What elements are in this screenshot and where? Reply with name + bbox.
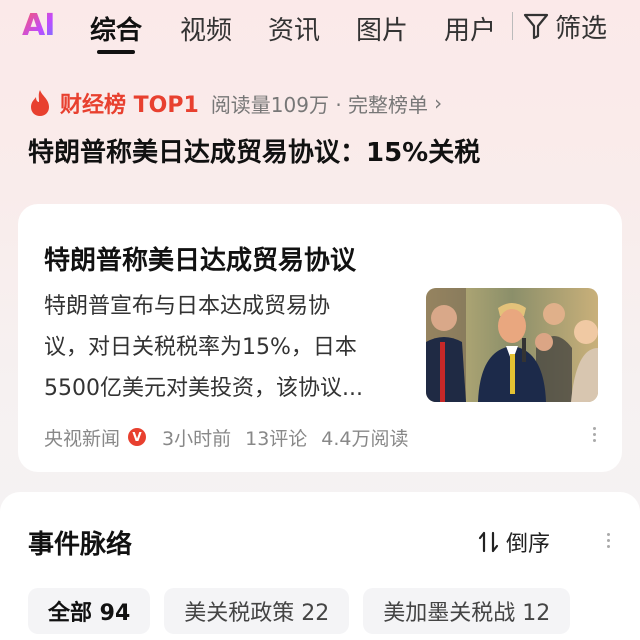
event-timeline: 事件脉络 倒序 全部 94 美关税政策 22 美加墨关税战 12: [0, 492, 640, 640]
news-card-summary: 特朗普宣布与日本达成贸易协 议，对日关税税率为15%，日本 5500亿美元对美投…: [44, 286, 408, 409]
sort-label: 倒序: [506, 532, 551, 557]
summary-line: 特朗普宣布与日本达成贸易协: [44, 294, 331, 319]
filter-label: 筛选: [555, 13, 608, 44]
chevron-right-icon: ›: [434, 91, 443, 115]
filter-divider: [512, 12, 513, 40]
tab-video[interactable]: 视频: [180, 10, 232, 47]
summary-line: 5500亿美元对美投资，该协议...: [44, 376, 363, 401]
news-card-title[interactable]: 特朗普称美日达成贸易协议: [44, 240, 356, 277]
summary-line: 议，对日关税税率为15%，日本: [44, 335, 357, 360]
rank-read-count: 阅读量109万 · 完整榜单: [210, 92, 429, 117]
flame-icon: [31, 90, 49, 116]
verified-badge-icon: V: [128, 428, 147, 446]
tab-images[interactable]: 图片: [356, 10, 408, 47]
news-card[interactable]: 特朗普称美日达成贸易协议 特朗普宣布与日本达成贸易协 议，对日关税税率为15%，…: [18, 204, 622, 472]
news-time: 3小时前: [162, 427, 232, 450]
news-card-meta: 央视新闻 V 3小时前 13评论 4.4万阅读: [44, 424, 423, 450]
more-options-icon[interactable]: [604, 530, 612, 556]
active-tab-indicator: [97, 50, 135, 54]
more-options-icon[interactable]: [590, 424, 598, 450]
news-thumbnail[interactable]: [426, 288, 598, 402]
rank-banner[interactable]: 财经榜 TOP1 阅读量109万 · 完整榜单 ›: [28, 88, 442, 118]
chip-all[interactable]: 全部 94: [28, 588, 151, 634]
rank-label: 财经榜 TOP1: [60, 93, 199, 118]
chip-us-tariff-policy[interactable]: 美关税政策 22: [164, 588, 350, 634]
timeline-title: 事件脉络: [28, 530, 133, 560]
news-comments: 13评论: [245, 427, 308, 450]
rank-headline[interactable]: 特朗普称美日达成贸易协议：15%关税: [28, 132, 480, 169]
chip-us-canada-mexico-tariff-war[interactable]: 美加墨关税战 12: [363, 588, 571, 634]
ai-logo[interactable]: AI: [22, 8, 55, 43]
news-reads: 4.4万阅读: [321, 427, 409, 450]
tab-comprehensive[interactable]: 综合: [90, 10, 142, 47]
filter-button[interactable]: 筛选: [512, 8, 607, 44]
timeline-filter-chips: 全部 94 美关税政策 22 美加墨关税战 12: [28, 588, 571, 634]
tab-users[interactable]: 用户: [444, 10, 496, 47]
news-source[interactable]: 央视新闻: [44, 424, 120, 451]
sort-button[interactable]: 倒序: [478, 526, 550, 558]
tab-news[interactable]: 资讯: [268, 10, 320, 47]
funnel-icon: [523, 13, 549, 40]
sort-icon: [478, 531, 499, 553]
press-photo-image: [426, 288, 598, 402]
top-tab-bar: AI 综合 视频 资讯 图片 用户 筛选: [0, 0, 640, 70]
